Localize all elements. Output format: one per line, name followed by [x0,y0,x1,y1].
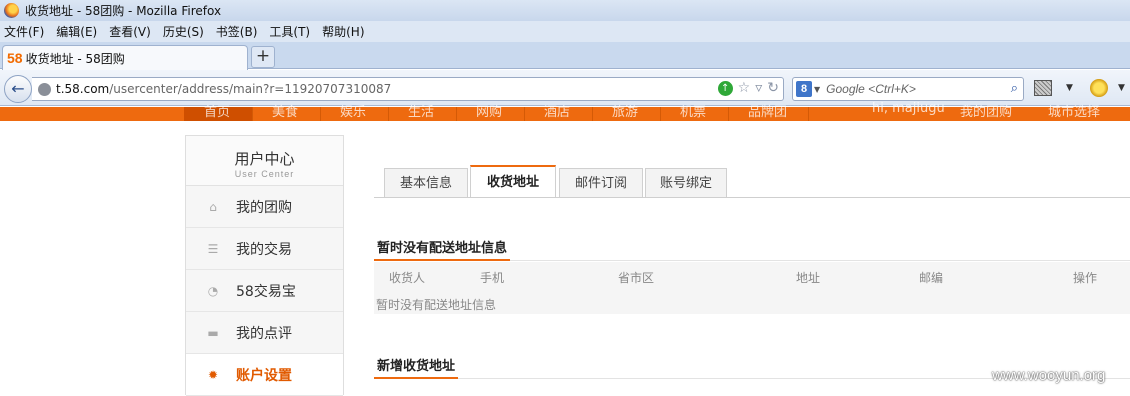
nav-travel[interactable]: 旅游 [612,101,638,120]
chevron-down-icon[interactable]: ▼ [814,85,820,94]
sidebar-item-label: 我的交易 [236,241,292,258]
address-section-title: 暂时没有配送地址信息 [377,241,508,256]
window-title: 收货地址 - 58团购 - Mozilla Firefox [25,4,222,18]
menu-edit[interactable]: 编辑(E) [56,23,97,40]
sidebar-item-my-reviews[interactable]: ▬ 我的点评 [186,312,343,354]
site-favicon-icon: 58 [7,50,23,66]
empty-table-message: 暂时没有配送地址信息 [376,298,497,312]
tab-basic-info[interactable]: 基本信息 [384,168,468,197]
section-accent-line [374,259,510,261]
watermark: www.wooyun.org [992,367,1106,384]
column-header-address: 地址 [796,271,821,285]
sidebar-item-label: 我的点评 [236,325,292,342]
addon-badge-icon[interactable] [1090,79,1108,97]
history-dropdown-icon[interactable]: ▿ [755,81,762,96]
column-header-zipcode: 邮编 [919,271,944,285]
nav-user-greeting[interactable]: hi, majiugu [872,101,945,116]
tab-strip: 58 收货地址 - 58团购 + [0,42,1130,70]
sidebar-item-label: 我的团购 [236,199,292,216]
chevron-down-icon[interactable]: ▼ [1118,83,1125,93]
nav-home[interactable]: 首页 [204,101,230,120]
url-path: /usercenter/address/main?r=1192070731008… [109,82,392,96]
nav-food[interactable]: 美食 [272,101,298,120]
column-header-phone: 手机 [480,271,505,285]
tab-underline [374,197,1130,198]
nav-brand[interactable]: 品牌团 [748,101,787,120]
go-arrow-icon[interactable]: ↑ [717,81,733,96]
sidebar-item-account-settings[interactable]: ✹ 账户设置 [186,354,343,396]
column-header-actions: 操作 [1073,271,1098,285]
reload-icon[interactable]: ↻ [767,81,779,96]
screenshot-addon-icon[interactable] [1034,80,1052,96]
tab-account-binding[interactable]: 账号绑定 [645,168,727,197]
sidebar-item-label: 账户设置 [236,367,292,384]
address-bar[interactable]: t.58.com /usercenter/address/main?r=1192… [32,77,784,101]
browser-tab[interactable]: 58 收货地址 - 58团购 [2,45,248,70]
search-bar[interactable]: 8 ▼ Google <Ctrl+K> ⌕ [792,77,1024,101]
sidebar-item-label: 58交易宝 [236,283,296,300]
search-input[interactable]: Google <Ctrl+K> [826,82,916,96]
site-top-nav: 首页 美食 娱乐 生活 网购 酒店 旅游 机票 品牌团 hi, majiugu … [0,101,1130,121]
coins-icon: ◔ [207,283,219,298]
menu-file[interactable]: 文件(F) [4,23,44,40]
new-address-section-title: 新增收货地址 [377,359,456,374]
menu-view[interactable]: 查看(V) [109,23,151,40]
nav-my-groupbuy[interactable]: 我的团购 [960,101,1012,120]
column-header-region: 省市区 [618,271,655,285]
menu-bookmarks[interactable]: 书签(B) [216,23,258,40]
sidebar-item-my-transactions[interactable]: ☰ 我的交易 [186,228,343,270]
menu-help[interactable]: 帮助(H) [322,23,364,40]
menu-tools[interactable]: 工具(T) [269,23,310,40]
sidebar-header: 用户中心 User Center [186,136,343,186]
menu-history[interactable]: 历史(S) [163,23,204,40]
site-identity-icon[interactable] [38,82,51,96]
new-tab-button[interactable]: + [251,46,275,68]
comment-icon: ▬ [207,325,219,340]
nav-life[interactable]: 生活 [408,101,434,120]
user-center-sidebar: 用户中心 User Center ⌂ 我的团购 ☰ 我的交易 ◔ 58交易宝 ▬… [185,135,344,396]
chevron-down-icon[interactable]: ▼ [1066,83,1073,93]
sidebar-item-58-jiaoyibao[interactable]: ◔ 58交易宝 [186,270,343,312]
sidebar-subtitle: User Center [234,169,295,179]
firefox-logo-icon [4,3,19,18]
sidebar-title: 用户中心 [234,150,295,168]
column-header-recipient: 收货人 [389,271,426,285]
window-titlebar: 收货地址 - 58团购 - Mozilla Firefox [0,0,1130,21]
sidebar-item-my-groupbuy[interactable]: ⌂ 我的团购 [186,186,343,228]
nav-entertainment[interactable]: 娱乐 [340,101,366,120]
search-icon[interactable]: ⌕ [1011,81,1018,96]
gear-icon: ✹ [207,367,219,382]
tab-email-subscription[interactable]: 邮件订阅 [559,168,643,197]
nav-shopping[interactable]: 网购 [476,101,502,120]
nav-flights[interactable]: 机票 [680,101,706,120]
section-accent-line [374,377,458,379]
browser-tab-label: 收货地址 - 58团购 [25,51,125,66]
back-button[interactable]: ← [4,75,32,103]
tab-shipping-address[interactable]: 收货地址 [470,165,556,198]
bookmark-star-icon[interactable]: ☆ [738,81,751,96]
home-icon: ⌂ [209,199,217,214]
search-engine-icon[interactable]: 8 [796,81,812,97]
menu-bar: 文件(F) 编辑(E) 查看(V) 历史(S) 书签(B) 工具(T) 帮助(H… [0,21,1130,42]
url-host: t.58.com [56,82,110,96]
list-icon: ☰ [207,241,219,256]
nav-city-select[interactable]: 城市选择 [1048,101,1100,120]
nav-hotel[interactable]: 酒店 [544,101,570,120]
